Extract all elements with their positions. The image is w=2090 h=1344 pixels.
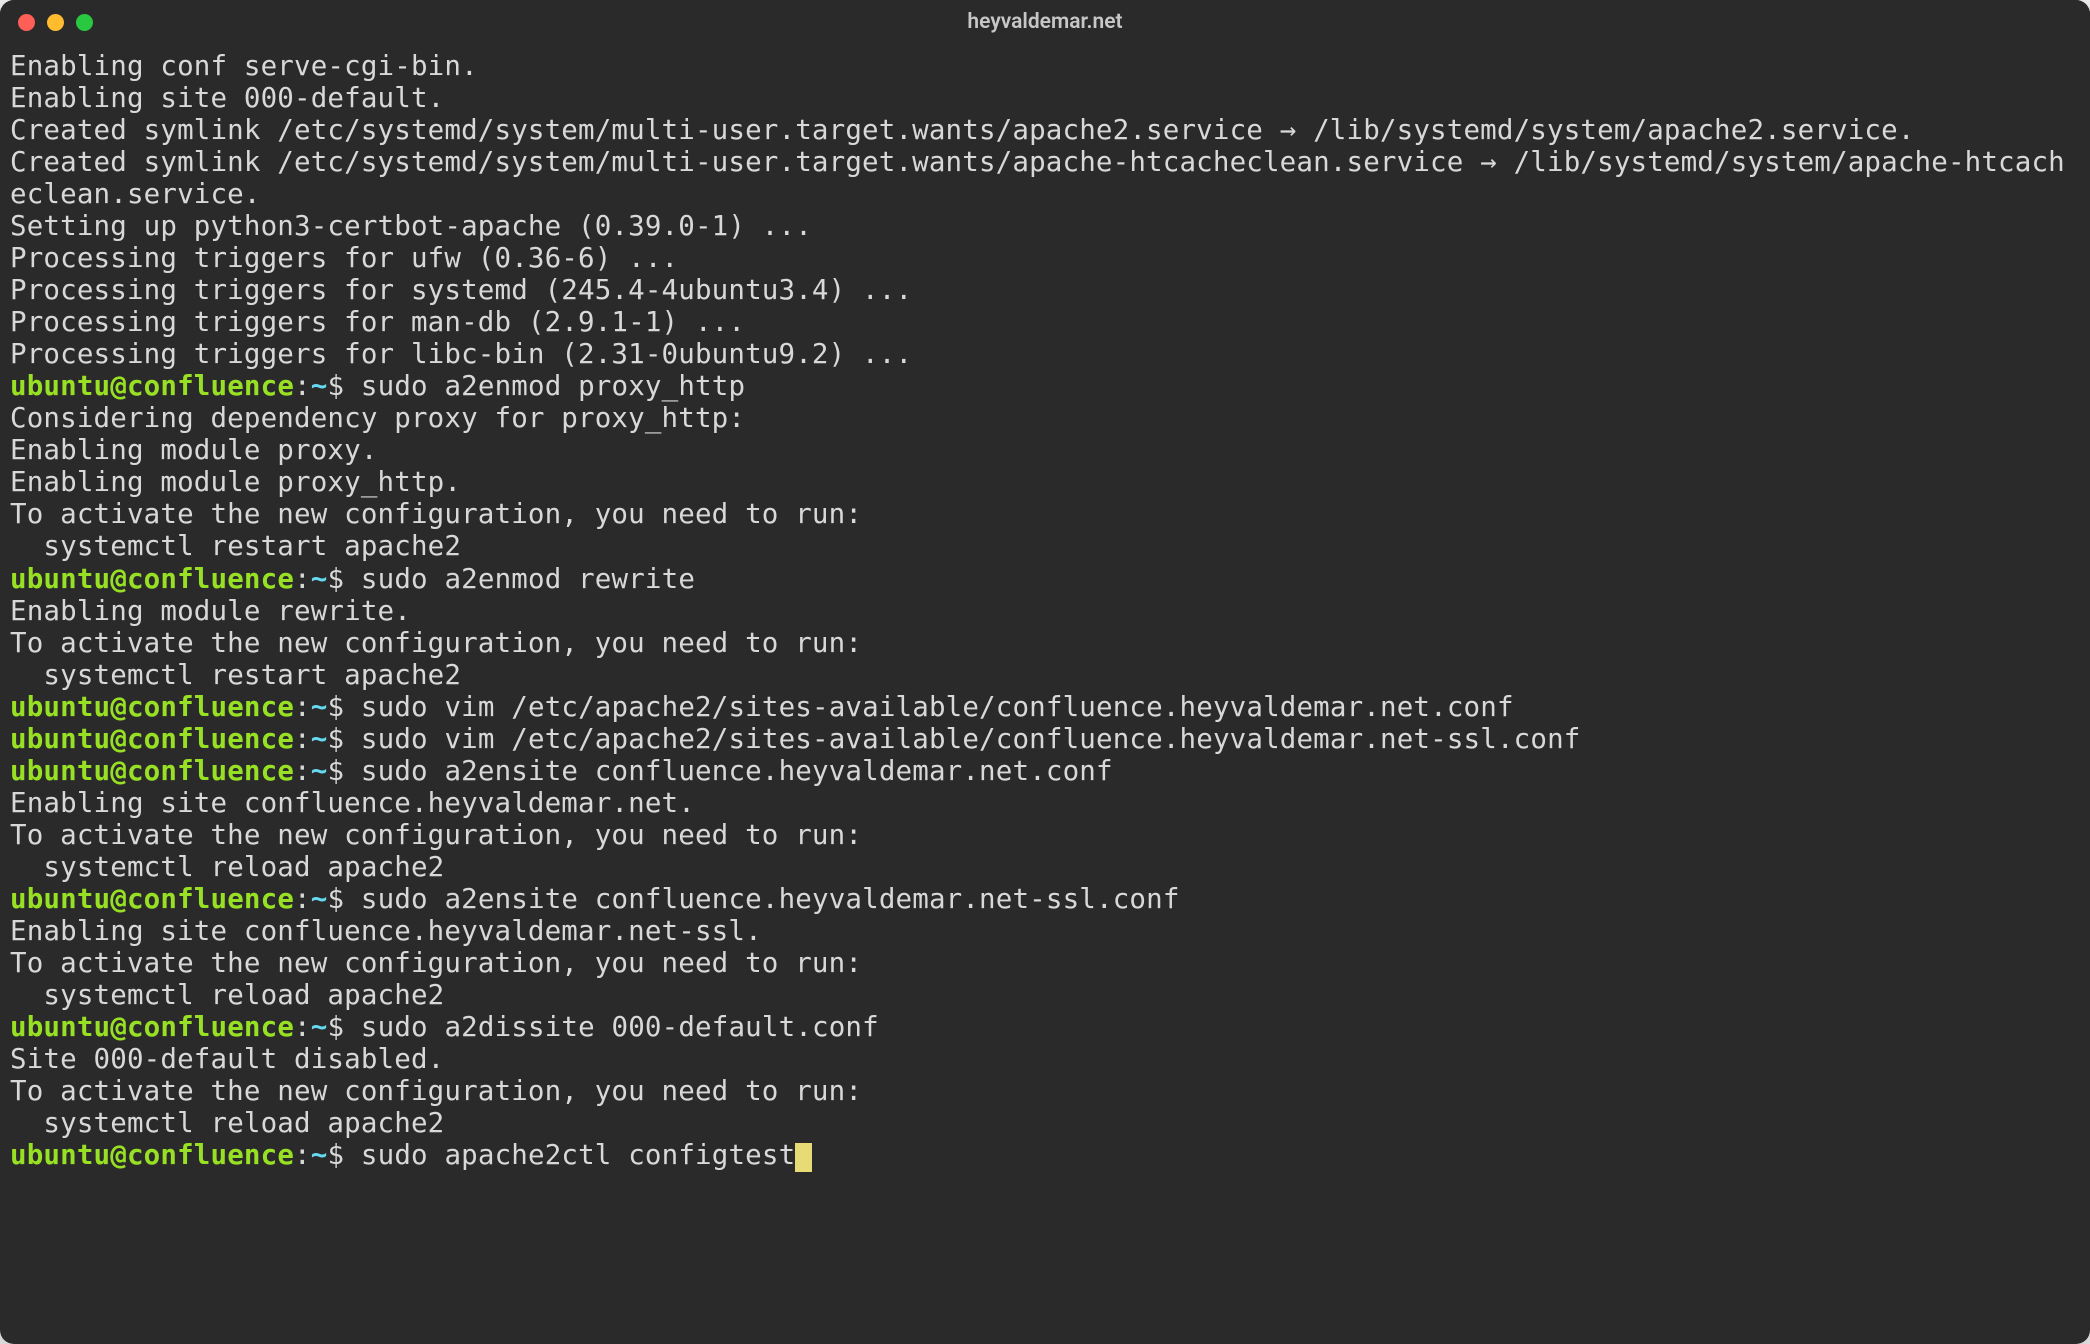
prompt-colon: : xyxy=(294,1139,311,1171)
prompt-dollar: $ xyxy=(327,691,344,723)
prompt-at: @ xyxy=(110,1011,127,1043)
output-line: Enabling module proxy_http. xyxy=(10,466,461,498)
output-line: To activate the new configuration, you n… xyxy=(10,947,862,979)
output-line: Enabling conf serve-cgi-bin. xyxy=(10,50,478,82)
output-line: Processing triggers for ufw (0.36-6) ... xyxy=(10,242,678,274)
prompt-colon: : xyxy=(294,755,311,787)
prompt-host: confluence xyxy=(127,1139,294,1171)
output-line: Enabling site 000-default. xyxy=(10,82,444,114)
prompt-dollar: $ xyxy=(327,1011,344,1043)
titlebar[interactable]: heyvaldemar.net xyxy=(0,0,2090,44)
command: sudo vim /etc/apache2/sites-available/co… xyxy=(361,723,1581,755)
prompt-host: confluence xyxy=(127,723,294,755)
window-title: heyvaldemar.net xyxy=(967,10,1122,34)
command: sudo a2ensite confluence.heyvaldemar.net… xyxy=(361,883,1180,915)
prompt-colon: : xyxy=(294,370,311,402)
prompt-host: confluence xyxy=(127,370,294,402)
prompt-user: ubuntu xyxy=(10,563,110,595)
prompt-path: ~ xyxy=(311,1139,328,1171)
prompt-colon: : xyxy=(294,723,311,755)
command: sudo a2enmod rewrite xyxy=(361,563,695,595)
output-line: To activate the new configuration, you n… xyxy=(10,819,862,851)
prompt-user: ubuntu xyxy=(10,755,110,787)
output-line: Considering dependency proxy for proxy_h… xyxy=(10,402,745,434)
prompt-host: confluence xyxy=(127,1011,294,1043)
output-line: systemctl reload apache2 xyxy=(10,851,444,883)
output-line: systemctl restart apache2 xyxy=(10,530,461,562)
command: sudo a2ensite confluence.heyvaldemar.net… xyxy=(361,755,1113,787)
output-line: Processing triggers for libc-bin (2.31-0… xyxy=(10,338,912,370)
prompt-path: ~ xyxy=(311,691,328,723)
prompt-path: ~ xyxy=(311,755,328,787)
prompt-host: confluence xyxy=(127,563,294,595)
maximize-icon[interactable] xyxy=(76,14,93,31)
prompt-at: @ xyxy=(110,691,127,723)
traffic-lights xyxy=(18,14,93,31)
prompt-user: ubuntu xyxy=(10,723,110,755)
terminal-window: heyvaldemar.net Enabling conf serve-cgi-… xyxy=(0,0,2090,1344)
prompt-colon: : xyxy=(294,691,311,723)
output-line: Processing triggers for systemd (245.4-4… xyxy=(10,274,912,306)
prompt-at: @ xyxy=(110,563,127,595)
output-line: To activate the new configuration, you n… xyxy=(10,627,862,659)
prompt-at: @ xyxy=(110,723,127,755)
prompt-path: ~ xyxy=(311,563,328,595)
prompt-path: ~ xyxy=(311,370,328,402)
prompt-host: confluence xyxy=(127,883,294,915)
prompt-path: ~ xyxy=(311,883,328,915)
prompt-path: ~ xyxy=(311,723,328,755)
output-line: systemctl reload apache2 xyxy=(10,979,444,1011)
prompt-dollar: $ xyxy=(327,370,344,402)
terminal-body[interactable]: Enabling conf serve-cgi-bin. Enabling si… xyxy=(0,44,2090,1344)
prompt-dollar: $ xyxy=(327,755,344,787)
prompt-at: @ xyxy=(110,1139,127,1171)
output-line: Created symlink /etc/systemd/system/mult… xyxy=(10,114,1915,146)
output-line: To activate the new configuration, you n… xyxy=(10,1075,862,1107)
output-line: Enabling site confluence.heyvaldemar.net… xyxy=(10,787,695,819)
output-line: Enabling site confluence.heyvaldemar.net… xyxy=(10,915,762,947)
prompt-user: ubuntu xyxy=(10,691,110,723)
output-line: systemctl restart apache2 xyxy=(10,659,461,691)
prompt-host: confluence xyxy=(127,691,294,723)
output-line: Enabling module proxy. xyxy=(10,434,378,466)
prompt-dollar: $ xyxy=(327,1139,344,1171)
prompt-dollar: $ xyxy=(327,883,344,915)
prompt-user: ubuntu xyxy=(10,883,110,915)
prompt-host: confluence xyxy=(127,755,294,787)
prompt-user: ubuntu xyxy=(10,370,110,402)
close-icon[interactable] xyxy=(18,14,35,31)
prompt-user: ubuntu xyxy=(10,1011,110,1043)
output-line: Enabling module rewrite. xyxy=(10,595,411,627)
cursor-icon xyxy=(795,1143,812,1172)
prompt-colon: : xyxy=(294,1011,311,1043)
output-line: To activate the new configuration, you n… xyxy=(10,498,862,530)
minimize-icon[interactable] xyxy=(47,14,64,31)
command: sudo a2enmod proxy_http xyxy=(361,370,745,402)
output-line: Processing triggers for man-db (2.9.1-1)… xyxy=(10,306,745,338)
prompt-colon: : xyxy=(294,883,311,915)
prompt-dollar: $ xyxy=(327,723,344,755)
command: sudo a2dissite 000-default.conf xyxy=(361,1011,879,1043)
output-line: Setting up python3-certbot-apache (0.39.… xyxy=(10,210,812,242)
output-line: Site 000-default disabled. xyxy=(10,1043,444,1075)
prompt-at: @ xyxy=(110,755,127,787)
command: sudo vim /etc/apache2/sites-available/co… xyxy=(361,691,1514,723)
prompt-user: ubuntu xyxy=(10,1139,110,1171)
output-line: Created symlink /etc/systemd/system/mult… xyxy=(10,146,2065,210)
command: sudo apache2ctl configtest xyxy=(361,1139,795,1171)
prompt-colon: : xyxy=(294,563,311,595)
prompt-at: @ xyxy=(110,883,127,915)
output-line: systemctl reload apache2 xyxy=(10,1107,444,1139)
prompt-dollar: $ xyxy=(327,563,344,595)
prompt-at: @ xyxy=(110,370,127,402)
prompt-path: ~ xyxy=(311,1011,328,1043)
